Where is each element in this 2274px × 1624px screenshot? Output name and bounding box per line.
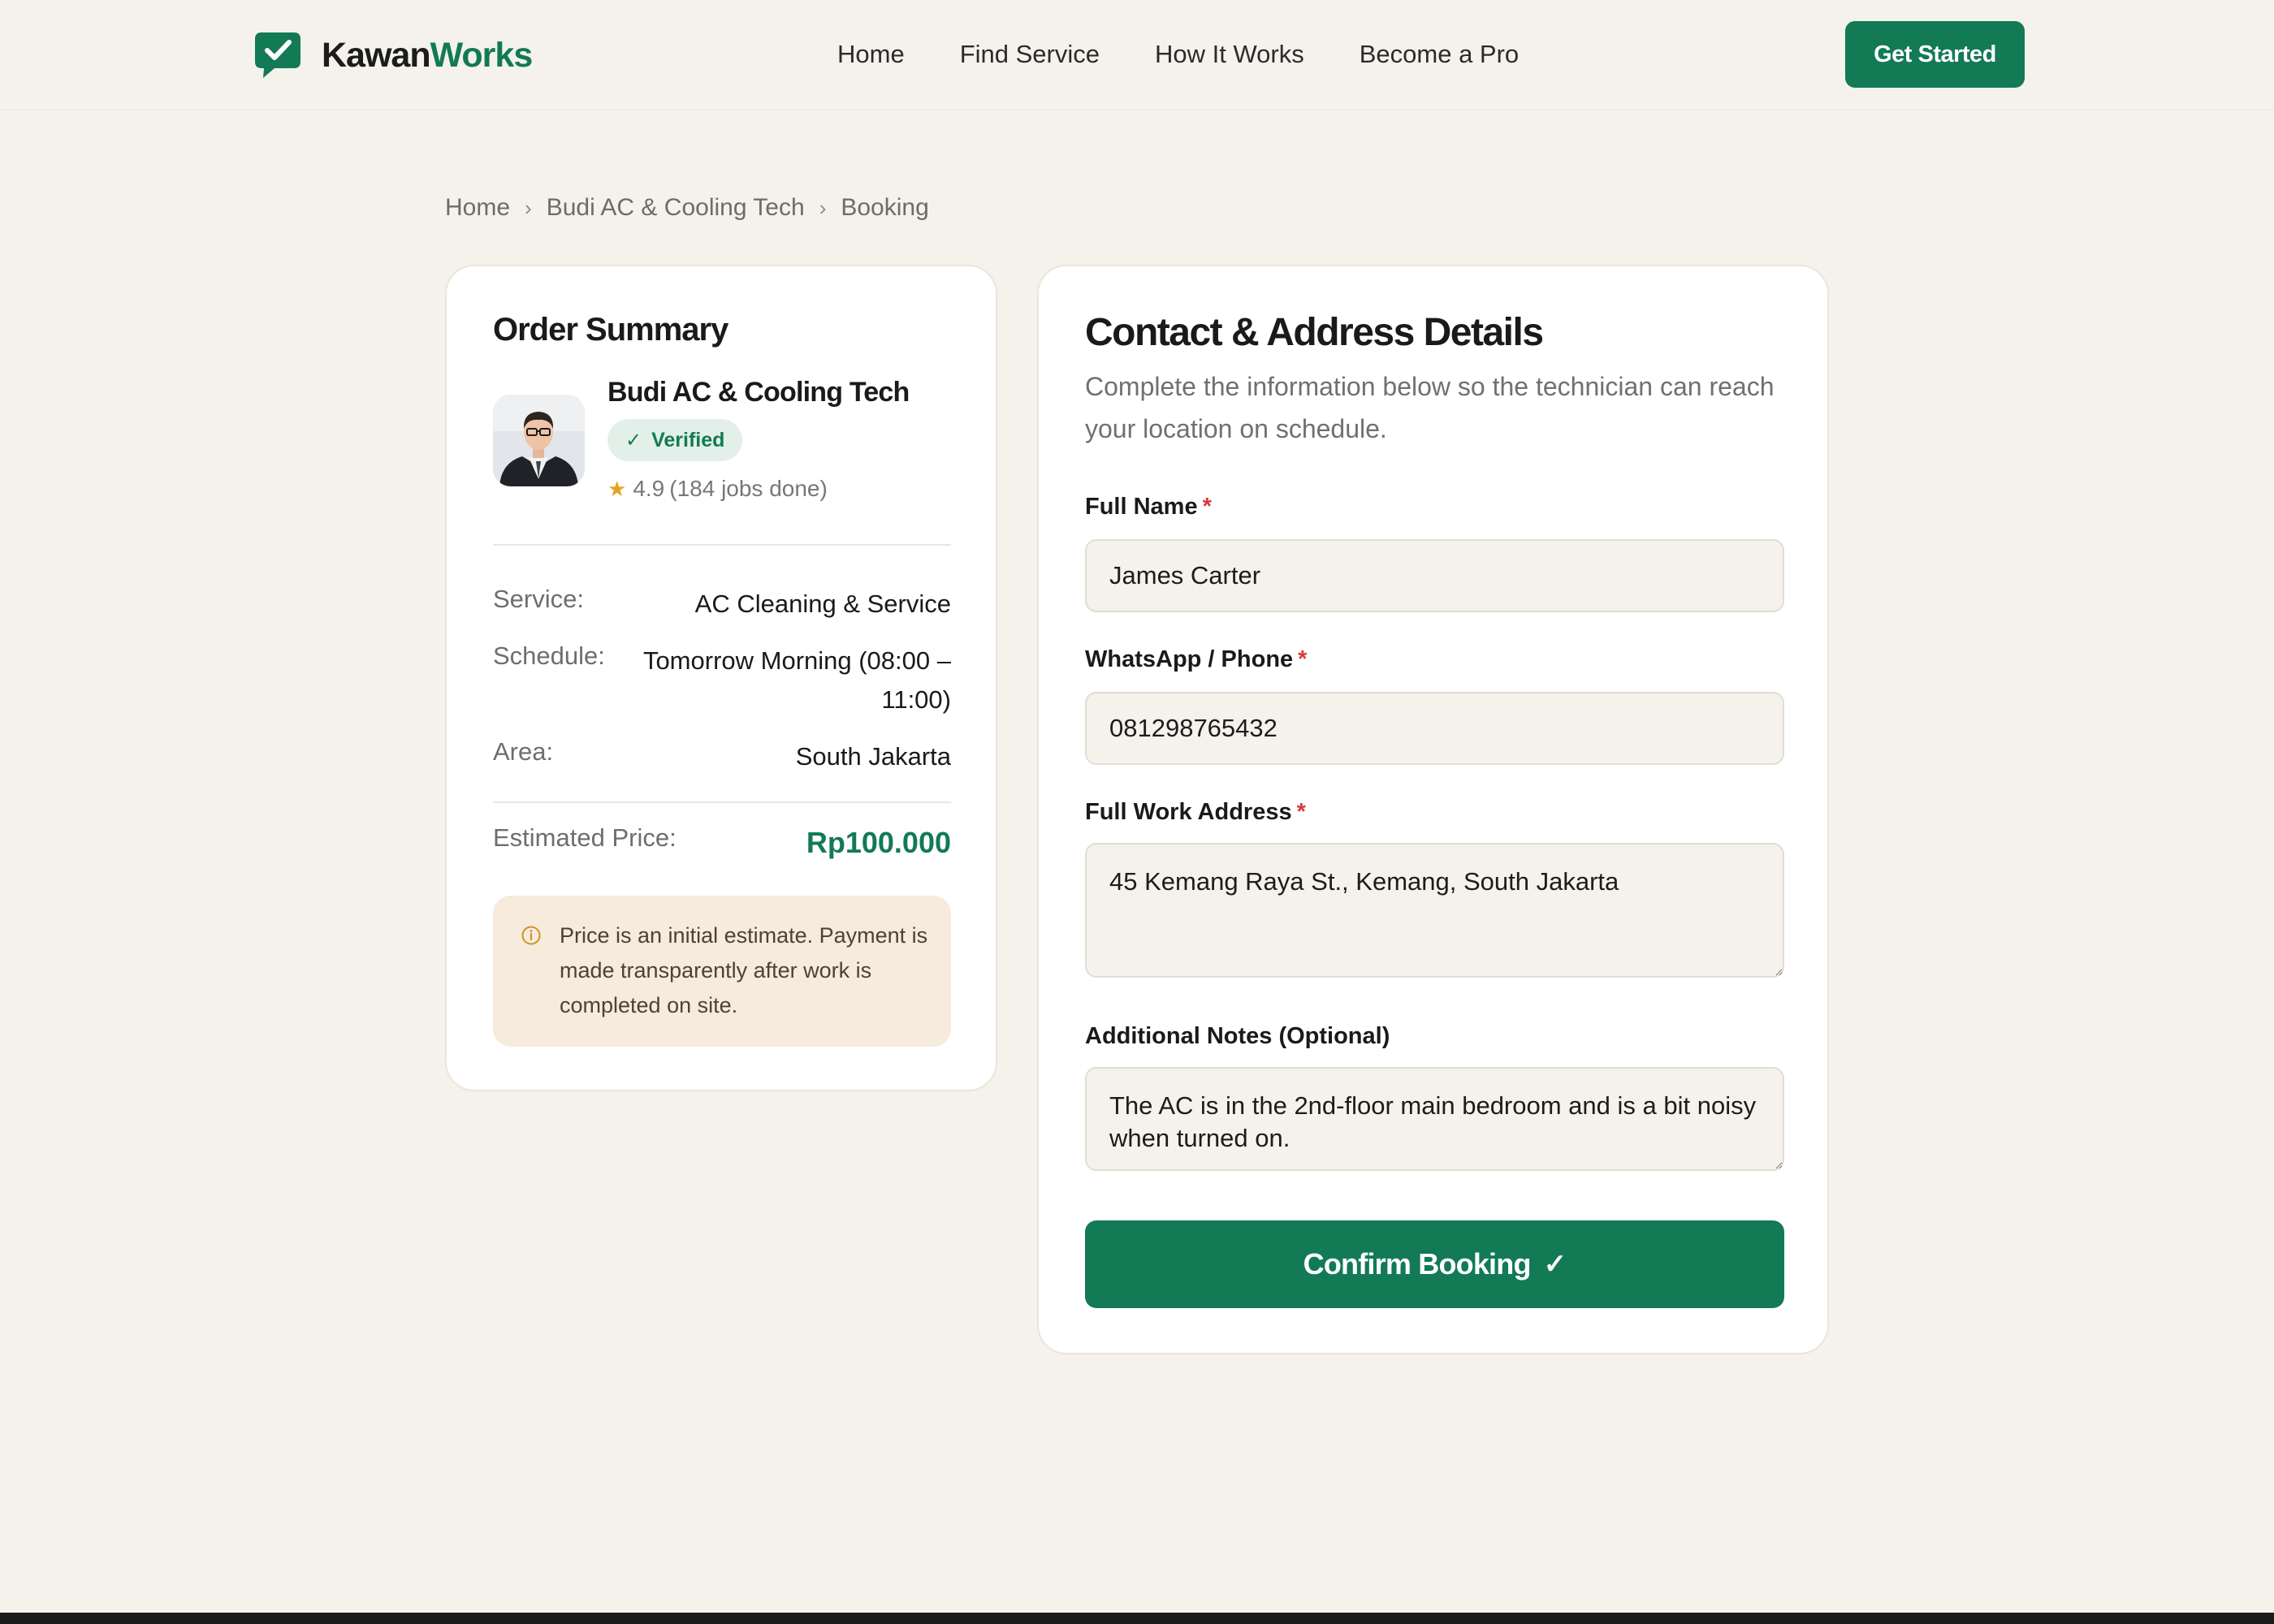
divider: [493, 801, 951, 803]
jobs-count: (184 jobs done): [669, 476, 828, 501]
address-label: Full Work Address *: [1085, 799, 1306, 825]
checkmark-icon: ✓: [1543, 1249, 1567, 1280]
breadcrumb-separator: ›: [819, 195, 827, 220]
nav-become-a-pro[interactable]: Become a Pro: [1360, 40, 1519, 69]
top-navbar: KawanWorks Home Find Service How It Work…: [0, 0, 2274, 110]
brand-name: KawanWorks: [322, 35, 533, 75]
chat-check-icon: [255, 32, 300, 78]
provider-name: Budi AC & Cooling Tech: [607, 377, 910, 408]
form-title: Contact & Address Details: [1085, 311, 1544, 354]
breadcrumb: Home › Budi AC & Cooling Tech › Booking: [445, 192, 929, 224]
summary-row-price: Estimated Price: Rp100.000: [493, 823, 951, 862]
breadcrumb-current: Booking: [841, 194, 929, 221]
confirm-booking-button[interactable]: Confirm Booking ✓: [1085, 1220, 1784, 1308]
phone-label: WhatsApp / Phone *: [1085, 646, 1308, 672]
notes-textarea[interactable]: The AC is in the 2nd-floor main bedroom …: [1085, 1067, 1784, 1171]
summary-row-area: Area: South Jakarta: [493, 737, 951, 771]
order-summary-title: Order Summary: [493, 312, 728, 348]
order-summary-card: Order Summary Budi AC & Cooling Tech ✓ V…: [445, 265, 997, 1091]
breadcrumb-separator: ›: [525, 195, 532, 220]
price-notice: Price is an initial estimate. Payment is…: [493, 896, 951, 1047]
provider-photo: [493, 395, 585, 486]
brand-logo[interactable]: KawanWorks: [253, 31, 533, 80]
form-subtitle: Complete the information below so the te…: [1085, 372, 1775, 443]
provider-avatar: [493, 395, 585, 486]
contact-form-card: Contact & Address Details Complete the i…: [1037, 265, 1829, 1354]
breadcrumb-provider[interactable]: Budi AC & Cooling Tech: [547, 194, 805, 222]
nav-find-service[interactable]: Find Service: [960, 40, 1100, 69]
rating-value: 4.9: [633, 476, 665, 501]
divider: [493, 544, 951, 546]
main-nav: Home Find Service How It Works Become a …: [837, 36, 1519, 73]
check-icon: ✓: [625, 429, 642, 451]
breadcrumb-home[interactable]: Home: [445, 194, 510, 222]
verified-badge: ✓ Verified: [607, 419, 743, 461]
notes-label: Additional Notes (Optional): [1085, 1023, 1390, 1049]
address-textarea[interactable]: 45 Kemang Raya St., Kemang, South Jakart…: [1085, 843, 1784, 978]
full-name-label: Full Name *: [1085, 494, 1212, 520]
nav-home[interactable]: Home: [837, 40, 905, 69]
footer-bar: [0, 1613, 2274, 1624]
phone-input[interactable]: [1085, 692, 1784, 765]
nav-how-it-works[interactable]: How It Works: [1155, 40, 1304, 69]
star-icon: ★: [607, 476, 627, 501]
summary-row-schedule: Schedule: Tomorrow Morning (08:00 – 11:0…: [493, 641, 951, 714]
estimated-price: Rp100.000: [806, 826, 951, 859]
notice-text: Price is an initial estimate. Payment is…: [560, 923, 928, 1017]
full-name-input[interactable]: [1085, 539, 1784, 612]
summary-row-service: Service: AC Cleaning & Service: [493, 585, 951, 618]
provider-rating: ★ 4.9 (184 jobs done): [607, 473, 828, 505]
info-icon: [521, 926, 541, 945]
get-started-button[interactable]: Get Started: [1845, 21, 2025, 88]
